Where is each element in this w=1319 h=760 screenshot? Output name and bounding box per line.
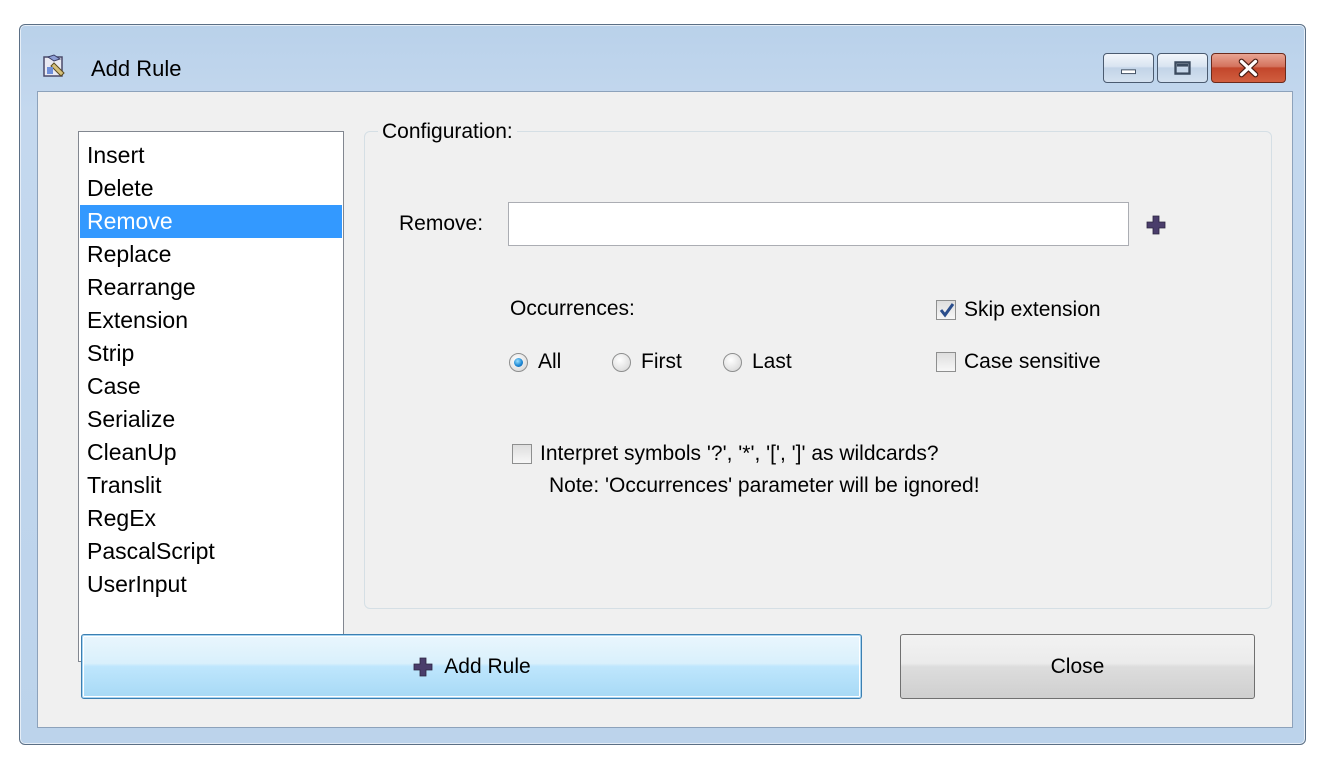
list-item-replace[interactable]: Replace xyxy=(80,238,342,271)
skip-extension-box[interactable] xyxy=(936,300,956,320)
skip-extension-label: Skip extension xyxy=(964,298,1101,321)
close-label: Close xyxy=(1050,654,1105,678)
list-item-pascalscript[interactable]: PascalScript xyxy=(80,535,342,568)
radio-last-indicator[interactable] xyxy=(723,352,742,372)
add-rule-label: Add Rule xyxy=(444,654,531,678)
close-window-button[interactable] xyxy=(1211,53,1286,83)
case-sensitive-checkbox[interactable]: Case sensitive xyxy=(936,350,1101,374)
list-item-serialize[interactable]: Serialize xyxy=(80,403,342,436)
rule-app-icon xyxy=(43,54,65,77)
close-icon xyxy=(1238,58,1259,78)
wildcards-checkbox[interactable]: Interpret symbols '?', '*', '[', ']' as … xyxy=(512,442,939,466)
configuration-group-label: Configuration: xyxy=(378,120,517,144)
list-item-userinput[interactable]: UserInput xyxy=(80,568,342,601)
radio-last[interactable]: Last xyxy=(723,350,792,374)
close-button[interactable]: Close xyxy=(900,634,1255,699)
maximize-button[interactable] xyxy=(1157,53,1208,83)
radio-all-indicator[interactable] xyxy=(509,352,528,372)
list-item-extension[interactable]: Extension xyxy=(80,304,342,337)
rule-type-list[interactable]: Insert Delete Remove Replace Rearrange E… xyxy=(78,131,344,662)
plus-icon xyxy=(413,657,433,676)
window-title: Add Rule xyxy=(91,56,182,81)
list-item-remove[interactable]: Remove xyxy=(80,205,342,238)
radio-first[interactable]: First xyxy=(612,350,682,374)
case-sensitive-label: Case sensitive xyxy=(964,350,1101,373)
skip-extension-checkbox[interactable]: Skip extension xyxy=(936,298,1101,322)
list-item-cleanup[interactable]: CleanUp xyxy=(80,436,342,469)
caption-buttons xyxy=(1103,53,1286,85)
checkmark-icon xyxy=(939,303,955,318)
radio-first-indicator[interactable] xyxy=(612,352,631,372)
list-item-delete[interactable]: Delete xyxy=(80,172,342,205)
occurrences-label: Occurrences: xyxy=(510,297,635,320)
radio-all[interactable]: All xyxy=(509,350,561,374)
list-item-translit[interactable]: Translit xyxy=(80,469,342,502)
wildcards-note: Note: 'Occurrences' parameter will be ig… xyxy=(549,474,980,497)
wildcards-box[interactable] xyxy=(512,444,532,464)
add-rule-window: Add Rule Insert Delete Remove Replace Re… xyxy=(19,24,1306,745)
dialog-client-area: Insert Delete Remove Replace Rearrange E… xyxy=(37,91,1293,728)
title-bar[interactable]: Add Rule xyxy=(20,25,1305,91)
add-rule-button[interactable]: Add Rule xyxy=(81,634,862,699)
minimize-button[interactable] xyxy=(1103,53,1154,83)
remove-label: Remove: xyxy=(399,212,484,235)
list-item-regex[interactable]: RegEx xyxy=(80,502,342,535)
radio-first-label: First xyxy=(641,350,682,373)
list-item-rearrange[interactable]: Rearrange xyxy=(80,271,342,304)
maximize-icon xyxy=(1174,61,1191,75)
minimize-icon xyxy=(1121,69,1136,75)
list-item-strip[interactable]: Strip xyxy=(80,337,342,370)
list-item-insert[interactable]: Insert xyxy=(80,139,342,172)
wildcards-label: Interpret symbols '?', '*', '[', ']' as … xyxy=(540,442,939,465)
list-item-case[interactable]: Case xyxy=(80,370,342,403)
insert-meta-plus-icon[interactable] xyxy=(1145,214,1167,236)
case-sensitive-box[interactable] xyxy=(936,352,956,372)
remove-input[interactable] xyxy=(508,202,1129,246)
radio-last-label: Last xyxy=(752,350,792,373)
radio-all-label: All xyxy=(538,350,562,373)
